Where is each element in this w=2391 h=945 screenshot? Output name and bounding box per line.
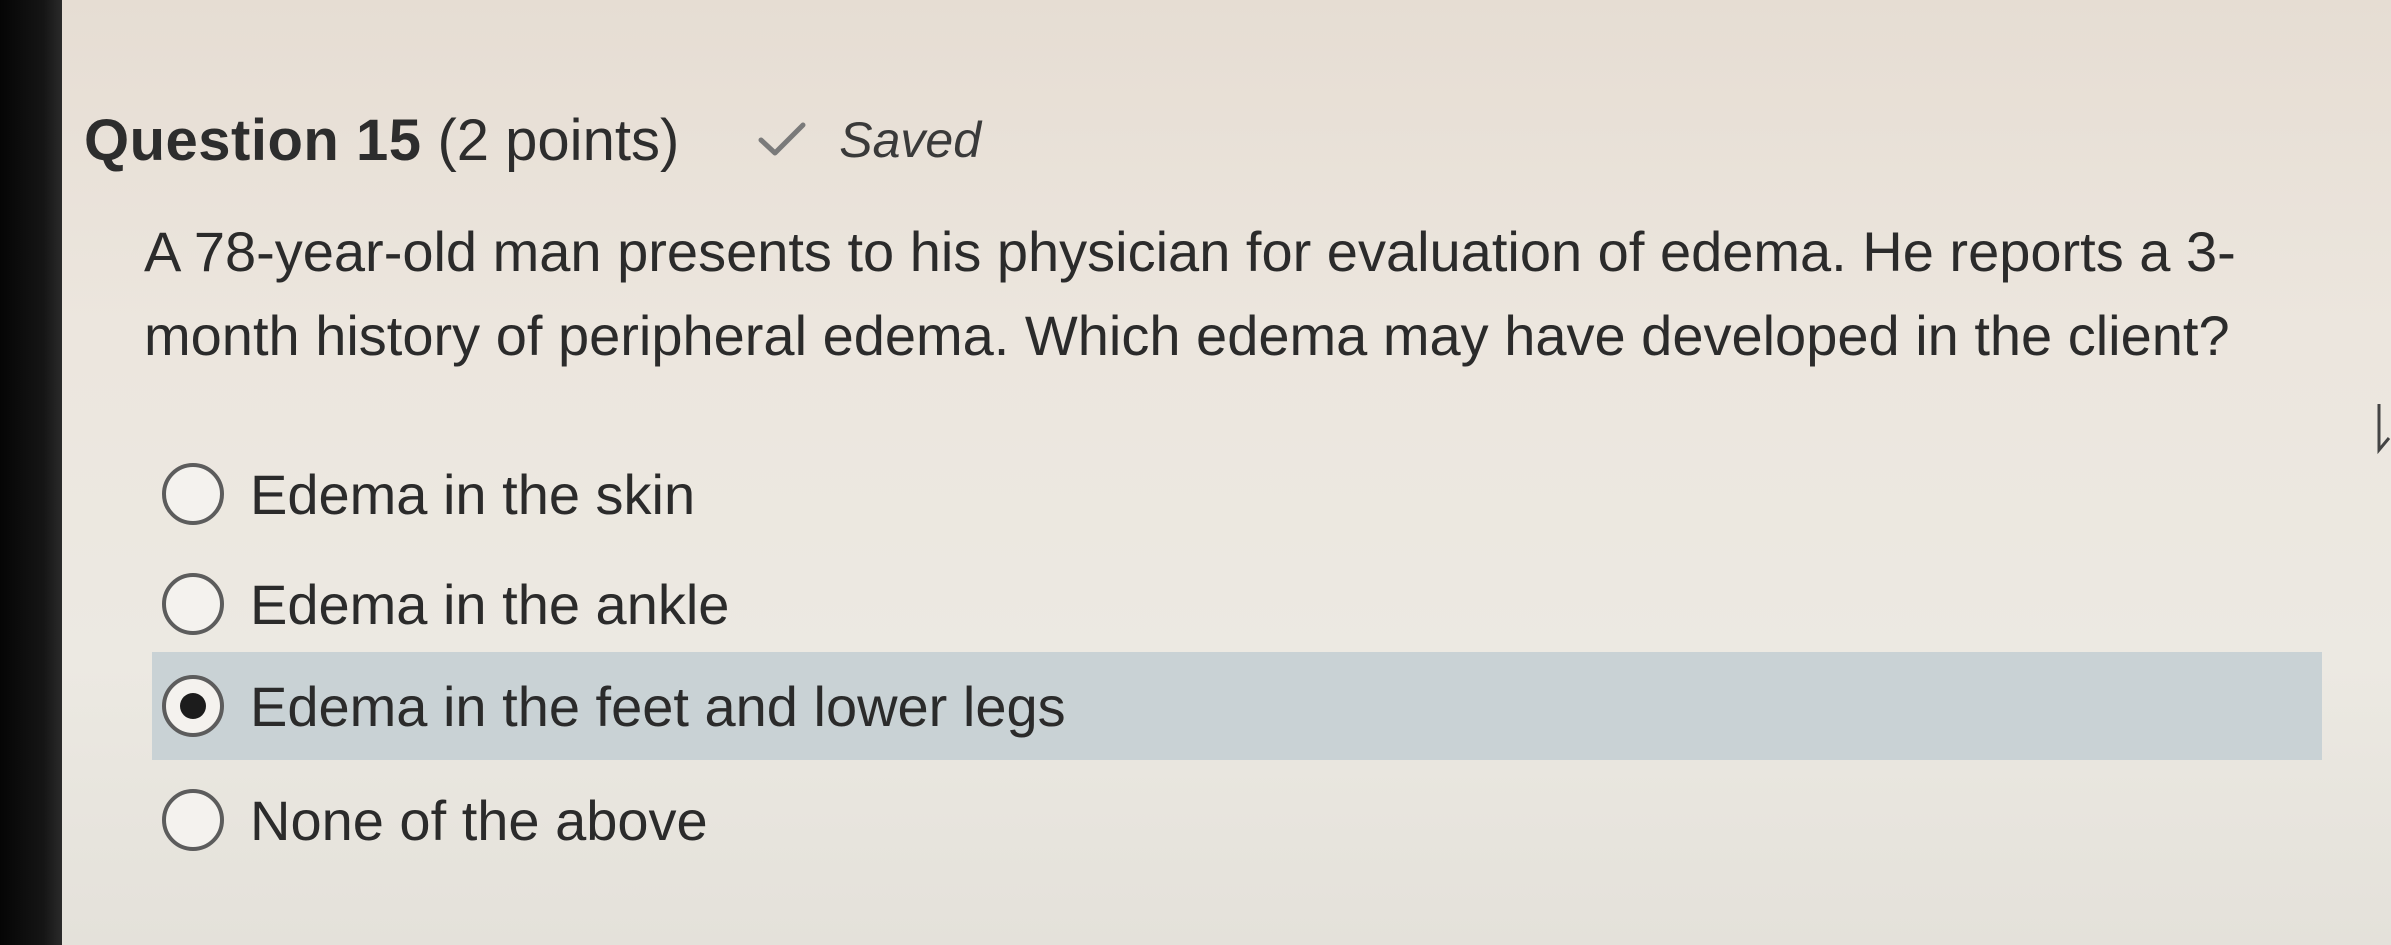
radio-button-selected[interactable] [162, 675, 224, 737]
option-label[interactable]: Edema in the feet and lower legs [250, 674, 1066, 739]
option-label[interactable]: None of the above [250, 788, 708, 853]
screen-bezel [0, 0, 62, 945]
check-icon [758, 122, 806, 156]
option-row-selected[interactable]: Edema in the feet and lower legs [152, 652, 2322, 760]
question-header: Question 15 (2 points) Saved [84, 100, 981, 180]
option-row[interactable]: Edema in the ankle [152, 550, 2322, 658]
option-row[interactable]: Edema in the skin [152, 440, 2322, 548]
option-label[interactable]: Edema in the skin [250, 462, 695, 527]
radio-selected-dot [180, 693, 206, 719]
option-label[interactable]: Edema in the ankle [250, 572, 729, 637]
question-title: Question 15 [84, 107, 422, 173]
radio-button[interactable] [162, 463, 224, 525]
question-points: (2 points) [437, 107, 680, 173]
radio-button[interactable] [162, 573, 224, 635]
saved-status: Saved [755, 111, 981, 169]
question-text: A 78-year-old man presents to his physic… [144, 220, 2236, 367]
mouse-cursor-icon [2377, 404, 2391, 454]
option-row[interactable]: None of the above [152, 766, 2322, 874]
radio-button[interactable] [162, 789, 224, 851]
quiz-screen: Question 15 (2 points) Saved A 78-year-o… [62, 0, 2391, 945]
saved-label: Saved [839, 112, 982, 168]
